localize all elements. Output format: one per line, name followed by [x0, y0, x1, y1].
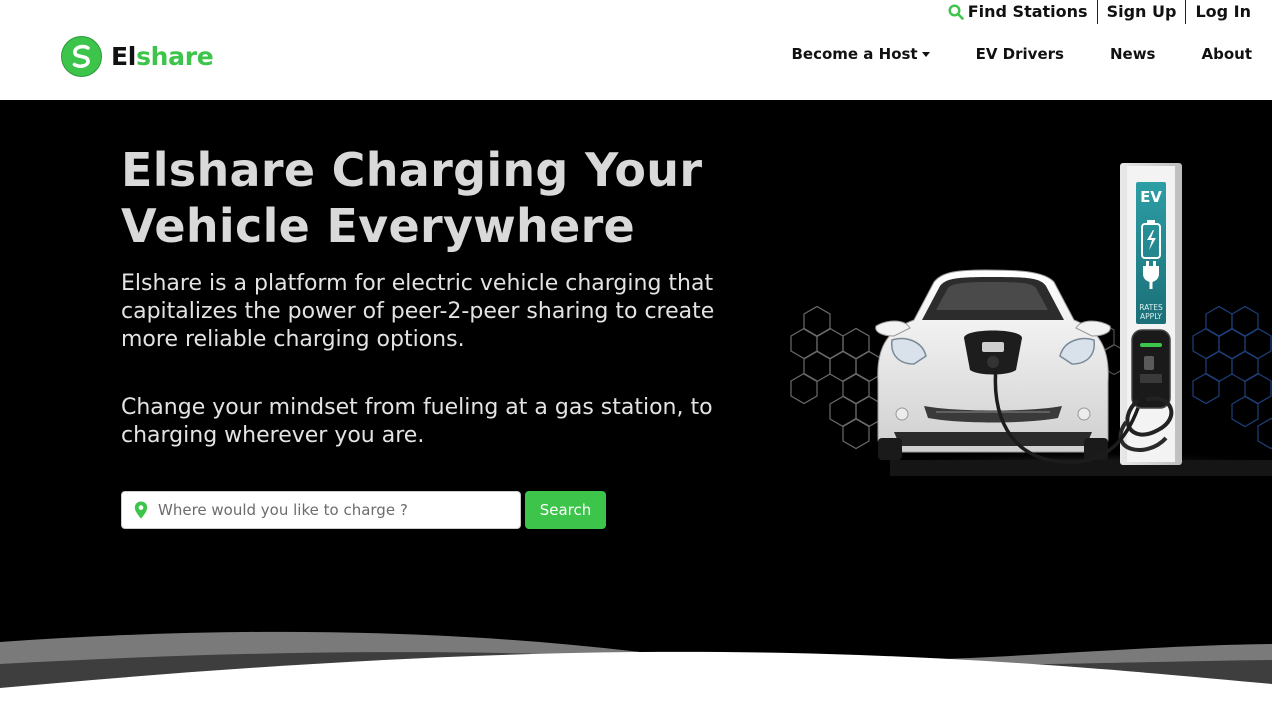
nav-become-host[interactable]: Become a Host	[791, 45, 930, 63]
nav-become-host-label: Become a Host	[791, 45, 918, 63]
hero-wave-divider	[0, 631, 1272, 714]
caret-down-icon	[921, 51, 930, 57]
location-search: Search	[121, 491, 606, 529]
log-in-link[interactable]: Log In	[1186, 0, 1260, 24]
hero-tagline: Change your mindset from fueling at a ga…	[121, 395, 713, 448]
charging-station: EV RATES APPLY	[1118, 163, 1182, 465]
sign-up-link[interactable]: Sign Up	[1098, 0, 1186, 24]
nav-ev-drivers[interactable]: EV Drivers	[976, 45, 1064, 63]
brand-name-part1: El	[111, 42, 137, 71]
top-utility-bar: Find Stations Sign Up Log In	[939, 0, 1260, 24]
location-search-box[interactable]	[121, 491, 521, 529]
hero-section: Elshare Charging Your Vehicle Everywhere…	[0, 100, 1272, 714]
nav-news[interactable]: News	[1110, 45, 1156, 63]
station-sign-bottom-2: APPLY	[1140, 312, 1162, 321]
location-search-input[interactable]	[158, 501, 488, 519]
site-header: Find Stations Sign Up Log In Elshare Bec…	[0, 0, 1272, 100]
logo-icon	[61, 36, 102, 77]
station-sign-bottom-1: RATES	[1139, 303, 1163, 312]
search-button[interactable]: Search	[525, 491, 606, 529]
main-nav: Become a Host EV Drivers News About	[791, 45, 1252, 63]
brand-name-part2: share	[136, 42, 214, 71]
find-stations-link[interactable]: Find Stations	[939, 0, 1097, 24]
nav-about[interactable]: About	[1201, 45, 1252, 63]
hero-title: Elshare Charging Your Vehicle Everywhere	[121, 143, 703, 253]
brand-logo[interactable]: Elshare	[61, 36, 214, 77]
hero-description: Elshare is a platform for electric vehic…	[121, 271, 715, 352]
map-pin-icon	[134, 501, 148, 519]
ev-charging-illustration: EV RATES APPLY	[790, 163, 1272, 476]
hexagon-pattern-left	[790, 305, 883, 450]
brand-name: Elshare	[111, 42, 214, 71]
hexagon-pattern-right	[1192, 305, 1272, 450]
station-sign-top: EV	[1140, 188, 1162, 206]
find-stations-label: Find Stations	[967, 2, 1088, 21]
search-icon	[948, 4, 964, 20]
electric-car	[875, 269, 1140, 464]
